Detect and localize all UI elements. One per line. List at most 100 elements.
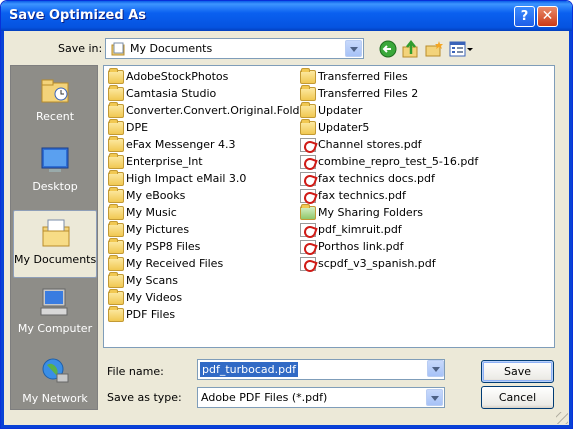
file-name: Transferred Files 2	[318, 87, 419, 100]
file-name: My Received Files	[126, 257, 224, 270]
file-name: fax technics docs.pdf	[318, 172, 435, 185]
file-name-label: File name:	[107, 365, 164, 378]
save-as-type-combo[interactable]: Adobe PDF Files (*.pdf)	[197, 387, 445, 408]
file-name: DPE	[126, 121, 149, 134]
window-frame-right	[569, 31, 572, 428]
place-my-documents[interactable]: My Documents	[13, 210, 97, 278]
pdf-file-icon	[300, 189, 316, 203]
file-name: PDF Files	[126, 308, 176, 321]
folder-icon	[108, 170, 124, 186]
title-bar[interactable]: Save Optimized As ? ✕	[1, 1, 572, 31]
file-name: Porthos link.pdf	[318, 240, 404, 253]
window-frame-bottom	[1, 425, 572, 428]
views-menu-icon[interactable]	[448, 39, 474, 59]
file-name: AdobeStockPhotos	[126, 70, 229, 83]
desktop-icon	[41, 147, 69, 172]
file-name: My Scans	[126, 274, 178, 287]
folder-icon	[108, 272, 124, 288]
folder-icon	[300, 85, 316, 101]
pdf-file-icon	[300, 223, 316, 237]
file-name: scpdf_v3_spanish.pdf	[318, 257, 436, 270]
file-name: My Pictures	[126, 223, 190, 236]
file-name: Enterprise_Int	[126, 155, 203, 168]
file-name: Transferred Files	[318, 70, 408, 83]
file-name-input[interactable]: pdf_turbocad.pdf	[200, 362, 298, 377]
file-name: My PSP8 Files	[126, 240, 201, 253]
file-name: My eBooks	[126, 189, 186, 202]
folder-icon	[108, 255, 124, 271]
file-name: My Videos	[126, 291, 183, 304]
save-button[interactable]: Save	[481, 360, 554, 383]
save-as-type-value: Adobe PDF Files (*.pdf)	[201, 391, 328, 404]
folder-icon	[108, 306, 124, 322]
file-name: Updater5	[318, 121, 370, 134]
shared-folder-icon	[300, 204, 316, 220]
pdf-file-icon	[300, 257, 316, 271]
file-name: My Sharing Folders	[318, 206, 423, 219]
folder-icon	[108, 153, 124, 169]
save-as-type-label: Save as type:	[107, 391, 182, 404]
place-label: My Computer	[17, 322, 93, 335]
place-my-computer[interactable]: My Computer	[13, 280, 97, 348]
my-network-icon	[42, 358, 69, 383]
pdf-file-icon	[300, 155, 316, 169]
file-name: pdf_kimruit.pdf	[318, 223, 402, 236]
places-bar: Recent Desktop My Documents My Computer …	[10, 65, 98, 410]
folder-icon	[300, 119, 316, 135]
place-my-network[interactable]: My Network	[13, 350, 97, 418]
file-name: My Music	[126, 206, 177, 219]
pdf-file-icon	[300, 138, 316, 152]
file-name: Updater	[318, 104, 363, 117]
file-name: fax technics.pdf	[318, 189, 406, 202]
file-name: combine_repro_test_5-16.pdf	[318, 155, 479, 168]
place-label: My Network	[22, 392, 88, 405]
new-folder-icon[interactable]	[424, 39, 444, 59]
folder-icon	[108, 85, 124, 101]
folder-icon	[300, 102, 316, 118]
folder-icon	[108, 187, 124, 203]
save-in-value: My Documents	[130, 42, 213, 55]
file-name-combo[interactable]: pdf_turbocad.pdf	[197, 359, 445, 380]
window-frame-left	[1, 31, 4, 428]
back-icon[interactable]	[378, 39, 398, 59]
folder-icon	[108, 221, 124, 237]
place-recent[interactable]: Recent	[13, 68, 97, 136]
chevron-down-icon[interactable]	[426, 389, 443, 406]
place-label: Recent	[35, 110, 75, 123]
save-in-combo[interactable]: My Documents	[105, 38, 364, 59]
save-in-label: Save in:	[58, 42, 103, 55]
place-label: Desktop	[32, 180, 78, 193]
close-button[interactable]: ✕	[537, 6, 558, 27]
save-dialog: Save Optimized As ? ✕ Save in: My Docume…	[0, 0, 573, 429]
file-name: High Impact eMail 3.0	[126, 172, 247, 185]
my-computer-icon	[40, 288, 68, 316]
pdf-file-icon	[300, 240, 316, 254]
folder-icon	[108, 238, 124, 254]
file-list[interactable]: AdobeStockPhotos Camtasia Studio Converter…	[103, 65, 555, 348]
file-name: eFax Messenger 4.3	[126, 138, 236, 151]
my-documents-small-icon	[111, 42, 125, 56]
file-name: Camtasia Studio	[126, 87, 217, 100]
folder-icon	[108, 119, 124, 135]
help-button[interactable]: ?	[514, 6, 535, 27]
folder-icon	[300, 68, 316, 84]
window-title: Save Optimized As	[9, 8, 146, 23]
recent-icon	[41, 79, 69, 103]
file-name-dropdown[interactable]	[424, 359, 445, 380]
place-desktop[interactable]: Desktop	[13, 138, 97, 206]
pdf-file-icon	[300, 172, 316, 186]
cancel-button[interactable]: Cancel	[481, 386, 554, 409]
folder-icon	[108, 289, 124, 305]
chevron-down-icon[interactable]	[345, 40, 362, 57]
my-documents-icon	[42, 219, 70, 247]
folder-icon	[108, 102, 124, 118]
folder-icon	[108, 204, 124, 220]
chevron-down-icon[interactable]	[427, 360, 444, 377]
up-folder-icon[interactable]	[401, 39, 421, 59]
folder-icon	[108, 68, 124, 84]
folder-icon	[108, 136, 124, 152]
resize-grip[interactable]	[556, 412, 568, 424]
place-label: My Documents	[14, 253, 97, 266]
file-name: Channel stores.pdf	[318, 138, 422, 151]
file-name: Converter.Convert.Original.Folder	[126, 104, 311, 117]
